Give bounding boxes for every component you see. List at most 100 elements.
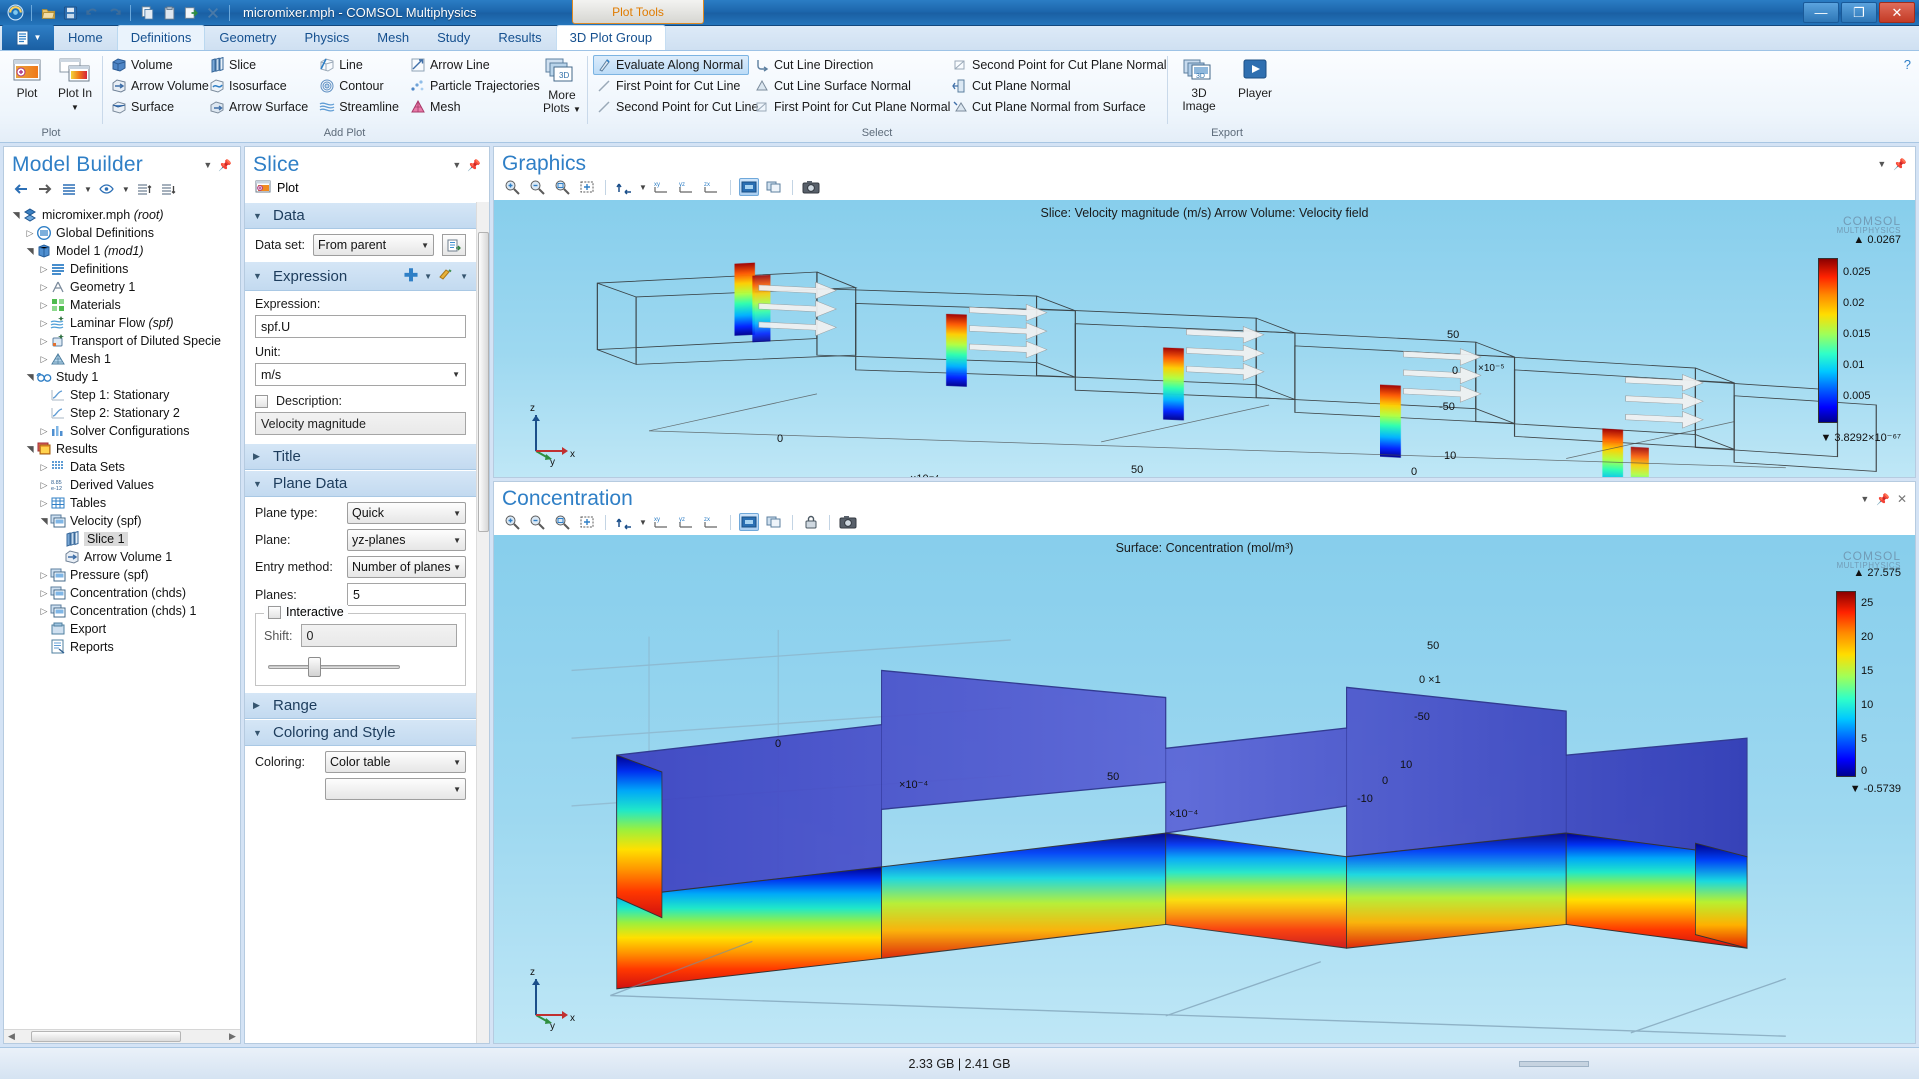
- graphics-top-canvas[interactable]: Slice: Velocity magnitude (m/s) Arrow Vo…: [494, 200, 1915, 477]
- cut-line-direction-button[interactable]: Cut Line Direction: [751, 55, 947, 75]
- collapse-arrow-icon[interactable]: ◢: [25, 443, 36, 455]
- section-plane-data[interactable]: ▼ Plane Data: [245, 470, 476, 497]
- graphics-top-menu-icon[interactable]: ▼: [1877, 159, 1886, 169]
- expand-arrow-icon[interactable]: ▷: [24, 228, 36, 239]
- model-tree[interactable]: ◢ micromixer.mph (root) ▷ Global Definition…: [4, 202, 240, 1029]
- transparency-icon[interactable]: [738, 178, 759, 196]
- section-title-expand-icon[interactable]: ▶: [253, 451, 265, 462]
- settings-vscrollbar[interactable]: [476, 202, 489, 1043]
- lock-icon[interactable]: [801, 513, 821, 531]
- model-builder-pin-icon[interactable]: 📌: [218, 159, 232, 172]
- section-title[interactable]: ▶ Title: [245, 443, 476, 470]
- tree-item-model-1[interactable]: ◢ Model 1 (mod1): [10, 242, 240, 260]
- collapse-arrow-icon[interactable]: ◢: [25, 245, 36, 257]
- collapse-up-icon[interactable]: [136, 181, 154, 197]
- expand-down-icon[interactable]: [160, 181, 178, 197]
- restore-button[interactable]: ❐: [1841, 2, 1877, 23]
- collapse-arrow-icon[interactable]: ◢: [39, 515, 50, 527]
- go-to-source-button[interactable]: [442, 234, 466, 256]
- 3d-image-button[interactable]: 3D 3D Image: [1174, 55, 1224, 113]
- section-expression-expand-icon[interactable]: ▼: [253, 271, 265, 281]
- tree-item-step-1-stationary[interactable]: Step 1: Stationary: [10, 386, 240, 404]
- tree-item-transport-of-diluted-specie[interactable]: ▷ Transport of Diluted Specie: [10, 332, 240, 350]
- tree-item-results[interactable]: ◢ Results: [10, 440, 240, 458]
- show-list-icon[interactable]: [60, 181, 78, 197]
- expand-arrow-icon[interactable]: ▷: [38, 354, 50, 365]
- section-data-expand-icon[interactable]: ▼: [253, 211, 265, 221]
- forward-arrow-icon[interactable]: [36, 181, 54, 197]
- entry-method-select[interactable]: Number of planes ▼: [347, 556, 466, 578]
- expand-arrow-icon[interactable]: ▷: [38, 588, 50, 599]
- tab-physics[interactable]: Physics: [290, 25, 363, 50]
- xy-view-icon[interactable]: xy: [652, 513, 672, 531]
- zoom-box-icon[interactable]: [577, 513, 597, 531]
- section-coloring-and-style[interactable]: ▼ Coloring and Style: [245, 719, 476, 746]
- tree-item-solver-configurations[interactable]: ▷ Solver Configurations: [10, 422, 240, 440]
- add-expression-dropdown-icon[interactable]: ▼: [424, 272, 432, 281]
- xy-view-icon[interactable]: xy: [652, 178, 672, 196]
- add-surface-button[interactable]: Surface: [108, 97, 204, 117]
- settings-pin-icon[interactable]: 📌: [467, 159, 481, 172]
- save-icon[interactable]: [59, 3, 81, 23]
- go-to-default-view-icon[interactable]: [614, 178, 634, 196]
- zoom-in-icon[interactable]: [502, 513, 522, 531]
- plot-button[interactable]: Plot: [6, 55, 48, 100]
- shift-slider-track[interactable]: [268, 665, 400, 669]
- default-view-dropdown-icon[interactable]: ▼: [639, 183, 647, 192]
- tree-item-pressure-spf[interactable]: ▷ Pressure (spf): [10, 566, 240, 584]
- cut-line-surface-normal-button[interactable]: Cut Line Surface Normal: [751, 76, 947, 96]
- minimize-button[interactable]: —: [1803, 2, 1839, 23]
- zoom-in-icon[interactable]: [502, 178, 522, 196]
- back-arrow-icon[interactable]: [12, 181, 30, 197]
- shift-slider-thumb[interactable]: [308, 657, 321, 677]
- description-input[interactable]: Velocity magnitude: [255, 412, 466, 435]
- expand-arrow-icon[interactable]: ▷: [38, 498, 50, 509]
- tab-study[interactable]: Study: [423, 25, 484, 50]
- player-button[interactable]: Player: [1230, 55, 1280, 100]
- replace-expression-icon[interactable]: [438, 267, 454, 285]
- add-mesh-button[interactable]: Mesh: [407, 97, 537, 117]
- zoom-out-icon[interactable]: [527, 178, 547, 196]
- expand-arrow-icon[interactable]: ▷: [38, 462, 50, 473]
- color-table-select[interactable]: ▼: [325, 778, 466, 800]
- expand-arrow-icon[interactable]: ▷: [38, 606, 50, 617]
- scene-light-icon[interactable]: [764, 178, 784, 196]
- add-arrow-volume-button[interactable]: Arrow Volume: [108, 76, 209, 96]
- tree-item-export[interactable]: Export: [10, 620, 240, 638]
- tab-results[interactable]: Results: [484, 25, 555, 50]
- section-expression[interactable]: ▼ Expression ✚ ▼ ▼: [245, 261, 476, 291]
- undo-icon[interactable]: [81, 3, 103, 23]
- tree-item-concentration-chds-1[interactable]: ▷ Concentration (chds) 1: [10, 602, 240, 620]
- section-range-expand-icon[interactable]: ▶: [253, 700, 265, 711]
- show-list-dropdown-icon[interactable]: ▼: [84, 185, 92, 194]
- section-data[interactable]: ▼ Data: [245, 202, 476, 229]
- first-point-cut-line-button[interactable]: First Point for Cut Line: [593, 76, 749, 96]
- expand-arrow-icon[interactable]: ▷: [38, 282, 50, 293]
- model-builder-menu-icon[interactable]: ▼: [203, 160, 212, 170]
- add-streamline-button[interactable]: Streamline: [316, 97, 405, 117]
- paste-icon[interactable]: [158, 3, 180, 23]
- zoom-box-icon[interactable]: [577, 178, 597, 196]
- open-icon[interactable]: [37, 3, 59, 23]
- unit-input[interactable]: m/s ▼: [255, 363, 466, 386]
- add-contour-button[interactable]: Contour: [316, 76, 405, 96]
- settings-menu-icon[interactable]: ▼: [452, 160, 461, 170]
- tree-item-step-2-stationary-2[interactable]: Step 2: Stationary 2: [10, 404, 240, 422]
- add-slice-button[interactable]: Slice: [206, 55, 314, 75]
- graphics-bottom-pin-icon[interactable]: 📌: [1876, 493, 1890, 506]
- shift-slider[interactable]: [264, 657, 457, 677]
- section-range[interactable]: ▶ Range: [245, 692, 476, 719]
- tree-item-mesh-1[interactable]: ▷ Mesh 1: [10, 350, 240, 368]
- collapse-arrow-icon[interactable]: ◢: [11, 209, 22, 221]
- add-arrow-line-button[interactable]: Arrow Line: [407, 55, 537, 75]
- tree-item-velocity-spf[interactable]: ◢ Velocity (spf): [10, 512, 240, 530]
- planes-input[interactable]: 5: [347, 583, 466, 606]
- close-button[interactable]: ✕: [1879, 2, 1915, 23]
- ribbon-help-icon[interactable]: ?: [1904, 57, 1911, 72]
- default-view-dropdown-icon[interactable]: ▼: [639, 518, 647, 527]
- image-snapshot-icon[interactable]: [838, 513, 858, 531]
- settings-vscroll-thumb[interactable]: [478, 232, 489, 532]
- tree-item-derived-values[interactable]: ▷ 8.85 e-12 Derived Values: [10, 476, 240, 494]
- second-point-cut-plane-normal-button[interactable]: Second Point for Cut Plane Normal: [949, 55, 1173, 75]
- tree-item-laminar-flow[interactable]: ▷ Laminar Flow (spf): [10, 314, 240, 332]
